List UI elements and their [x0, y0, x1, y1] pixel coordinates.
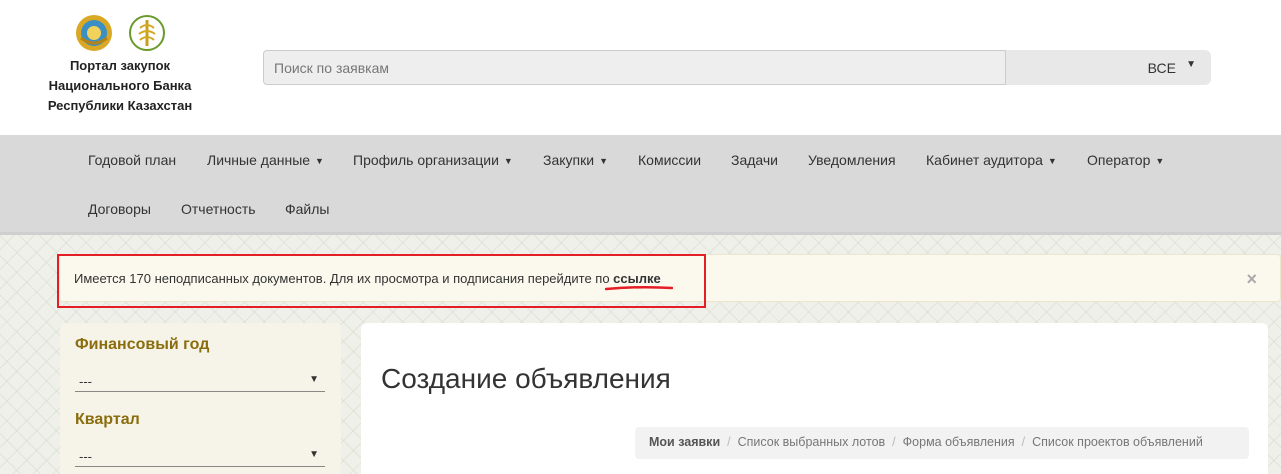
caret-down-icon: ▼: [1155, 156, 1165, 167]
caret-down-icon: ▼: [315, 156, 324, 167]
nav-item-notifications[interactable]: Уведомления: [808, 152, 896, 168]
quarter-value: ---: [79, 449, 92, 464]
caret-down-icon: ▼: [309, 449, 319, 460]
nav-item-personal-data[interactable]: Личные данные ▼: [207, 152, 324, 168]
breadcrumb-separator: /: [1021, 435, 1026, 449]
financial-year-select[interactable]: --- ▼: [75, 368, 325, 392]
search-bar: ВСЕ ▼: [263, 50, 1211, 85]
nav-item-commissions[interactable]: Комиссии: [638, 152, 701, 168]
nav-item-operator[interactable]: Оператор ▼: [1087, 152, 1164, 168]
nav-item-label: Комиссии: [638, 152, 702, 168]
nav-item-label: Договоры: [88, 201, 151, 217]
nav-item-annual-plan[interactable]: Годовой план: [88, 152, 176, 168]
caret-down-icon: ▼: [1186, 59, 1196, 70]
nav-item-label: Личные данные: [207, 152, 311, 168]
search-filter-value: ВСЕ: [1147, 60, 1176, 76]
nav-item-contracts[interactable]: Договоры: [88, 201, 151, 217]
annotation-underline: [605, 285, 673, 291]
breadcrumb-item-selected-lots[interactable]: Список выбранных лотов: [738, 435, 886, 449]
header: Портал закупок Национального Банка Респу…: [0, 0, 1281, 135]
nav-item-purchases[interactable]: Закупки ▼: [543, 152, 608, 168]
caret-down-icon: ▼: [309, 374, 319, 385]
annotation-highlight-box: [57, 254, 706, 308]
nav-item-auditor-cabinet[interactable]: Кабинет аудитора ▼: [926, 152, 1057, 168]
nav-item-label: Задачи: [731, 152, 779, 168]
portal-title: Портал закупок Национального Банка Респу…: [30, 56, 210, 116]
nav-item-label: Уведомления: [808, 152, 896, 168]
caret-down-icon: ▼: [599, 156, 608, 167]
nav-item-files[interactable]: Файлы: [285, 201, 329, 217]
caret-down-icon: ▼: [1047, 156, 1057, 167]
quarter-select[interactable]: --- ▼: [75, 443, 325, 467]
financial-year-value: ---: [79, 374, 92, 389]
nav-item-label: Закупки: [543, 152, 595, 168]
nav-item-label: Профиль организации: [353, 152, 499, 168]
breadcrumb: Мои заявки / Список выбранных лотов / Форма …: [635, 427, 1249, 459]
close-icon[interactable]: ×: [1246, 269, 1257, 290]
kazakhstan-emblem-icon: [76, 15, 112, 51]
national-bank-emblem-icon: [129, 15, 165, 51]
nav-item-label: Отчетность: [181, 201, 256, 217]
breadcrumb-item-draft-announcements[interactable]: Список проектов объявлений: [1032, 435, 1203, 449]
main-content: Создание объявления Мои заявки / Список вы…: [361, 323, 1268, 474]
breadcrumb-separator: /: [727, 435, 731, 449]
portal-title-line-2: Национального Банка: [48, 78, 192, 93]
breadcrumb-separator: /: [892, 435, 896, 449]
quarter-label: Квартал: [75, 411, 140, 428]
main-navbar: Годовой план Личные данные ▼ Профиль орга…: [0, 135, 1281, 235]
nav-item-label: Оператор: [1087, 152, 1151, 168]
search-input[interactable]: [263, 50, 1006, 85]
nav-item-label: Годовой план: [88, 152, 177, 168]
nav-item-label: Файлы: [285, 201, 330, 217]
page-title: Создание объявления: [381, 363, 671, 394]
search-filter-dropdown[interactable]: ВСЕ ▼: [1006, 50, 1211, 85]
portal-title-line-3: Республики Казахстан: [47, 98, 193, 113]
portal-title-line-1: Портал закупок: [69, 58, 171, 73]
nav-item-reports[interactable]: Отчетность: [181, 201, 256, 217]
nav-item-label: Кабинет аудитора: [926, 152, 1043, 168]
breadcrumb-item-my-requests[interactable]: Мои заявки: [649, 435, 720, 449]
filter-sidebar: Финансовый год --- ▼ Квартал --- ▼: [60, 323, 341, 474]
nav-item-tasks[interactable]: Задачи: [731, 152, 778, 168]
nav-item-organization-profile[interactable]: Профиль организации ▼: [353, 152, 513, 168]
breadcrumb-item-announcement-form[interactable]: Форма объявления: [903, 435, 1015, 449]
caret-down-icon: ▼: [503, 156, 513, 167]
financial-year-label: Финансовый год: [75, 336, 210, 353]
